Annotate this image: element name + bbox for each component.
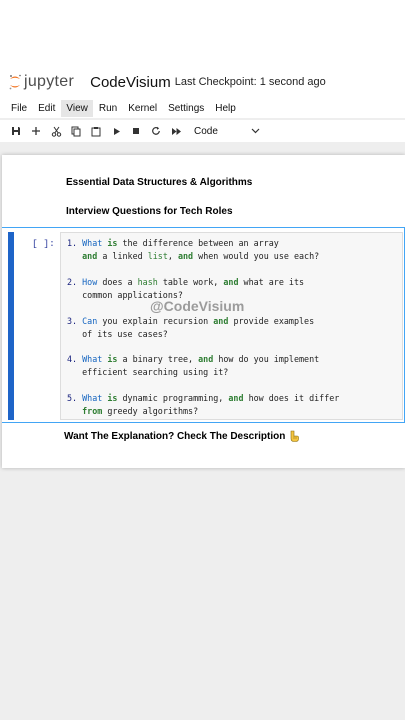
code-line-6: of its use cases? [67, 329, 168, 339]
cut-icon [51, 126, 61, 137]
menu-edit[interactable]: Edit [33, 100, 60, 117]
cut-button[interactable] [46, 121, 66, 141]
watermark: @CodeVisium [150, 298, 245, 314]
pointing-down-hand-icon [291, 430, 300, 442]
code-line-2: and a linked list, and when would you us… [82, 251, 320, 261]
cell-type-value: Code [194, 125, 218, 137]
code-cell[interactable]: [ ]: 1. What is the difference between a… [2, 227, 405, 423]
chevron-down-icon [251, 128, 260, 134]
add-icon [32, 127, 40, 135]
stop-button[interactable] [126, 121, 146, 141]
menu-run[interactable]: Run [94, 100, 122, 117]
save-icon [12, 127, 20, 135]
menu-bar: File Edit View Run Kernel Settings Help [0, 98, 405, 118]
notebook-toolbar: Code [0, 120, 405, 142]
code-line-9: 5. What is dynamic programming, and how … [67, 393, 340, 403]
copy-icon [71, 126, 81, 136]
menu-help[interactable]: Help [210, 100, 241, 117]
active-cell-indicator [8, 232, 14, 420]
markdown-title: Essential Data Structures & Algorithms [66, 177, 253, 188]
code-input-area[interactable]: 1. What is the difference between an arr… [60, 232, 403, 420]
markdown-subtitle: Interview Questions for Tech Roles [66, 206, 233, 217]
code-line-8: efficient searching using it? [67, 367, 229, 377]
jupyter-logo-text: jupyter [24, 73, 75, 90]
code-line-1: 1. What is the difference between an arr… [67, 238, 279, 248]
menu-kernel[interactable]: Kernel [123, 100, 162, 117]
menu-view[interactable]: View [61, 99, 93, 117]
code-line-10: from greedy algorithms? [82, 406, 199, 416]
jupyter-logo-icon [9, 74, 21, 90]
restart-icon [152, 126, 160, 135]
paste-icon [91, 126, 101, 136]
add-cell-button[interactable] [26, 121, 46, 141]
jupyter-logo[interactable]: jupyter [8, 73, 74, 91]
copy-button[interactable] [66, 121, 86, 141]
run-all-button[interactable] [166, 121, 186, 141]
call-to-action: Want The Explanation? Check The Descript… [64, 430, 300, 442]
menu-file[interactable]: File [6, 100, 32, 117]
code-line-5: 3. Can you explain recursion and provide… [67, 316, 315, 326]
paste-button[interactable] [86, 121, 106, 141]
cta-text: Want The Explanation? Check The Descript… [64, 430, 286, 442]
notebook-header: jupyter CodeVisium Last Checkpoint: 1 se… [0, 66, 405, 98]
stop-icon [133, 128, 139, 134]
save-button[interactable] [6, 121, 26, 141]
code-line-3: 2. How does a hash table work, and what … [67, 277, 305, 287]
cell-prompt: [ ]: [32, 238, 55, 249]
fast-forward-icon [171, 127, 181, 135]
checkpoint-status: Last Checkpoint: 1 second ago [174, 76, 326, 88]
run-icon [113, 127, 120, 135]
restart-button[interactable] [146, 121, 166, 141]
run-button[interactable] [106, 121, 126, 141]
code-line-7: 4. What is a binary tree, and how do you… [67, 354, 320, 364]
top-blank-area [0, 0, 405, 66]
menu-settings[interactable]: Settings [163, 100, 209, 117]
cell-type-select[interactable]: Code [194, 126, 260, 137]
notebook-title[interactable]: CodeVisium [90, 74, 171, 91]
